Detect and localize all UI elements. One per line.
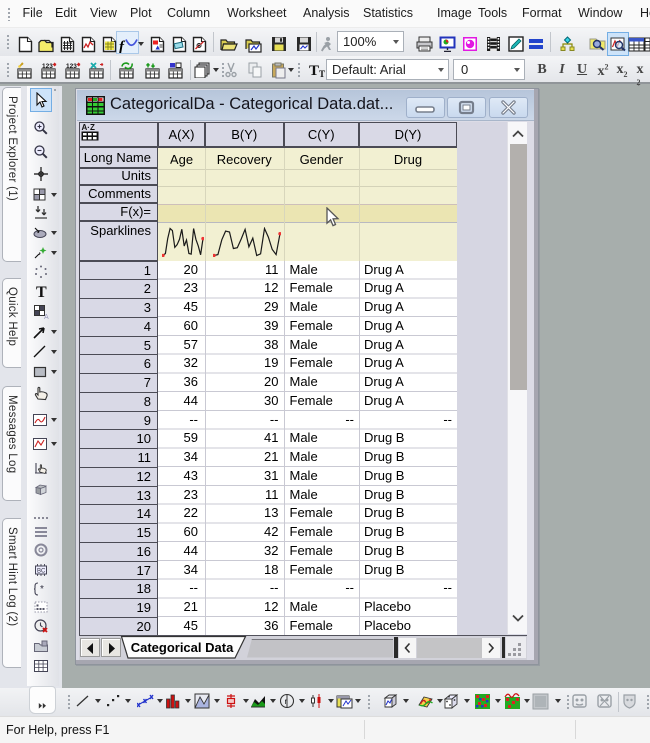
svg-text:T: T (36, 284, 47, 299)
svg-text:A: A (44, 314, 49, 320)
svg-text:BC: BC (37, 569, 46, 575)
svg-text:Categorical Data: Categorical Data (130, 640, 233, 655)
svg-text:T: T (319, 69, 325, 78)
svg-text:r: r (285, 697, 288, 706)
svg-text:123: 123 (66, 63, 77, 70)
svg-text:123: 123 (42, 63, 53, 70)
svg-text:T: T (309, 63, 319, 78)
svg-text:*: * (40, 584, 44, 595)
svg-text:f: f (119, 39, 126, 53)
